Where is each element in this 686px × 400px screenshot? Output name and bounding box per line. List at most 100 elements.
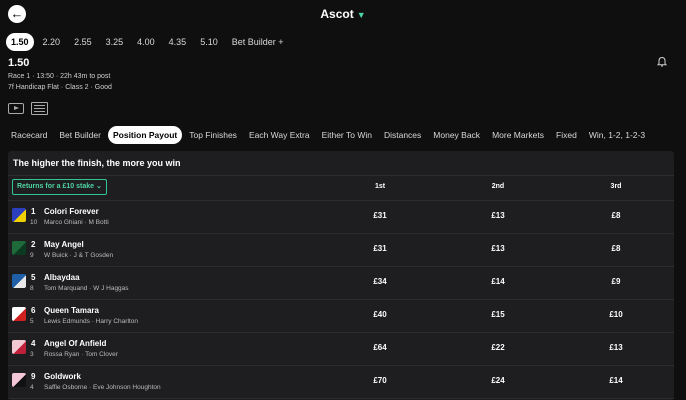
runner-row: 5 8 Albaydaa Tom Marquand · W J Haggas £34 £1… bbox=[8, 267, 674, 299]
stall-number: 10 bbox=[30, 219, 38, 226]
divider bbox=[8, 175, 674, 176]
horse-name: Goldwork bbox=[44, 372, 81, 381]
jockey-silk-icon bbox=[12, 241, 26, 255]
market-tab[interactable]: Either To Win bbox=[317, 126, 377, 144]
market-tab[interactable]: Position Payout bbox=[107, 126, 183, 144]
race-meta-1: Race 1 · 13:50 · 22h 43m to post bbox=[8, 73, 111, 80]
runner-number: 9 bbox=[31, 372, 36, 381]
payout-p1[interactable]: £31 bbox=[360, 211, 400, 220]
payout-p1[interactable]: £40 bbox=[360, 310, 400, 319]
col-header-1st: 1st bbox=[374, 183, 386, 190]
race-time-tab[interactable]: 1.50 bbox=[6, 33, 34, 51]
runner-row: 1 10 Colori Forever Marco Ghiani · M Botti £… bbox=[8, 201, 674, 233]
trainer-name: J & T Gosden bbox=[73, 252, 114, 259]
jockey-trainer: W Buick · J & T Gosden bbox=[44, 252, 113, 259]
race-time-tab[interactable]: 3.25 bbox=[101, 33, 129, 51]
payout-title: The higher the finish, the more you win bbox=[13, 158, 181, 168]
jockey-name: Lewis Edmunds bbox=[44, 318, 90, 325]
payout-p3[interactable]: £9 bbox=[596, 277, 636, 286]
runner-row: 9 4 Goldwork Saffie Osborne · Eve Johnson H… bbox=[8, 366, 674, 398]
payout-p1[interactable]: £70 bbox=[360, 376, 400, 385]
venue-selector[interactable]: Ascot ▼ bbox=[0, 7, 686, 21]
payout-p2[interactable]: £14 bbox=[478, 277, 518, 286]
jockey-trainer: Saffie Osborne · Eve Johnson Houghton bbox=[44, 384, 161, 391]
stall-number: 8 bbox=[30, 285, 34, 292]
stake-label: Returns for a £10 stake bbox=[17, 183, 95, 190]
chevron-down-icon: ▼ bbox=[356, 10, 366, 20]
race-time-tab[interactable]: 5.10 bbox=[195, 33, 223, 51]
race-time-title: 1.50 bbox=[8, 57, 30, 69]
market-tab[interactable]: Money Back bbox=[428, 126, 485, 144]
payout-p2[interactable]: £24 bbox=[478, 376, 518, 385]
payout-p1[interactable]: £64 bbox=[360, 343, 400, 352]
market-tab[interactable]: Bet Builder bbox=[54, 126, 106, 144]
market-tab[interactable]: Racecard bbox=[6, 126, 52, 144]
race-time-tab[interactable]: Bet Builder + bbox=[227, 33, 289, 51]
page-header: ← Ascot ▼ bbox=[0, 0, 686, 28]
jockey-name: Marco Ghiani bbox=[44, 219, 83, 226]
jockey-silk-icon bbox=[12, 307, 26, 321]
payout-p3[interactable]: £13 bbox=[596, 343, 636, 352]
jockey-silk-icon bbox=[12, 340, 26, 354]
runner-number: 6 bbox=[31, 306, 36, 315]
position-payout-panel: The higher the finish, the more you win … bbox=[8, 151, 674, 400]
payout-p2[interactable]: £22 bbox=[478, 343, 518, 352]
payout-p3[interactable]: £8 bbox=[596, 211, 636, 220]
jockey-trainer: Tom Marquand · W J Haggas bbox=[44, 285, 129, 292]
market-tab[interactable]: Top Finishes bbox=[184, 126, 242, 144]
payout-p1[interactable]: £34 bbox=[360, 277, 400, 286]
payout-p3[interactable]: £8 bbox=[596, 244, 636, 253]
market-tabs: Racecard Bet Builder Position Payout Top Fi… bbox=[6, 126, 652, 144]
market-tab[interactable]: Distances bbox=[379, 126, 426, 144]
market-tab[interactable]: Win, 1-2, 1-2-3 bbox=[584, 126, 650, 144]
race-time-tab[interactable]: 2.55 bbox=[69, 33, 97, 51]
horse-name: May Angel bbox=[44, 240, 84, 249]
race-time-tab[interactable]: 4.35 bbox=[164, 33, 192, 51]
col-header-3rd: 3rd bbox=[610, 183, 622, 190]
runner-row: 2 9 May Angel W Buick · J & T Gosden £31 £13 £… bbox=[8, 234, 674, 266]
race-time-tab[interactable]: 4.00 bbox=[132, 33, 160, 51]
payout-p2[interactable]: £15 bbox=[478, 310, 518, 319]
jockey-name: Saffie Osborne bbox=[44, 384, 88, 391]
payout-p2[interactable]: £13 bbox=[478, 244, 518, 253]
runner-number: 5 bbox=[31, 273, 36, 282]
runner-number: 1 bbox=[31, 207, 36, 216]
jockey-name: W Buick bbox=[44, 252, 68, 259]
race-meta-2: 7f Handicap Flat · Class 2 · Good bbox=[8, 84, 112, 91]
chevron-down-icon: ⌄ bbox=[96, 183, 102, 190]
col-header-2nd: 2nd bbox=[491, 183, 505, 190]
venue-title: Ascot bbox=[320, 7, 354, 21]
horse-name: Colori Forever bbox=[44, 207, 99, 216]
horse-name: Angel Of Anfield bbox=[44, 339, 107, 348]
race-time-tab[interactable]: 2.20 bbox=[38, 33, 66, 51]
trainer-name: Harry Charlton bbox=[95, 318, 138, 325]
payout-p3[interactable]: £14 bbox=[596, 376, 636, 385]
payout-p2[interactable]: £13 bbox=[478, 211, 518, 220]
market-tab[interactable]: Each Way Extra bbox=[244, 126, 315, 144]
divider bbox=[8, 398, 674, 399]
race-time-tabs: 1.50 2.20 2.55 3.25 4.00 4.35 5.10 Bet Builder … bbox=[6, 33, 293, 51]
play-video-icon[interactable] bbox=[8, 103, 24, 114]
runner-number: 4 bbox=[31, 339, 36, 348]
racecard-icon[interactable] bbox=[31, 102, 48, 115]
stall-number: 4 bbox=[30, 384, 34, 391]
market-tab[interactable]: Fixed bbox=[551, 126, 582, 144]
jockey-silk-icon bbox=[12, 274, 26, 288]
jockey-trainer: Marco Ghiani · M Botti bbox=[44, 219, 109, 226]
payout-p1[interactable]: £31 bbox=[360, 244, 400, 253]
jockey-silk-icon bbox=[12, 208, 26, 222]
horse-name: Albaydaa bbox=[44, 273, 80, 282]
stall-number: 3 bbox=[30, 351, 34, 358]
stake-dropdown[interactable]: Returns for a £10 stake ⌄ bbox=[12, 179, 107, 195]
payout-p3[interactable]: £10 bbox=[596, 310, 636, 319]
stall-number: 9 bbox=[30, 252, 34, 259]
runner-row: 4 3 Angel Of Anfield Rossa Ryan · Tom Clove… bbox=[8, 333, 674, 365]
bell-icon[interactable] bbox=[656, 56, 668, 68]
horse-name: Queen Tamara bbox=[44, 306, 99, 315]
market-tab[interactable]: More Markets bbox=[487, 126, 549, 144]
trainer-name: Eve Johnson Houghton bbox=[93, 384, 161, 391]
runner-row: 6 5 Queen Tamara Lewis Edmunds · Harry Char… bbox=[8, 300, 674, 332]
jockey-name: Tom Marquand bbox=[44, 285, 88, 292]
jockey-name: Rossa Ryan bbox=[44, 351, 80, 358]
trainer-name: Tom Clover bbox=[85, 351, 118, 358]
